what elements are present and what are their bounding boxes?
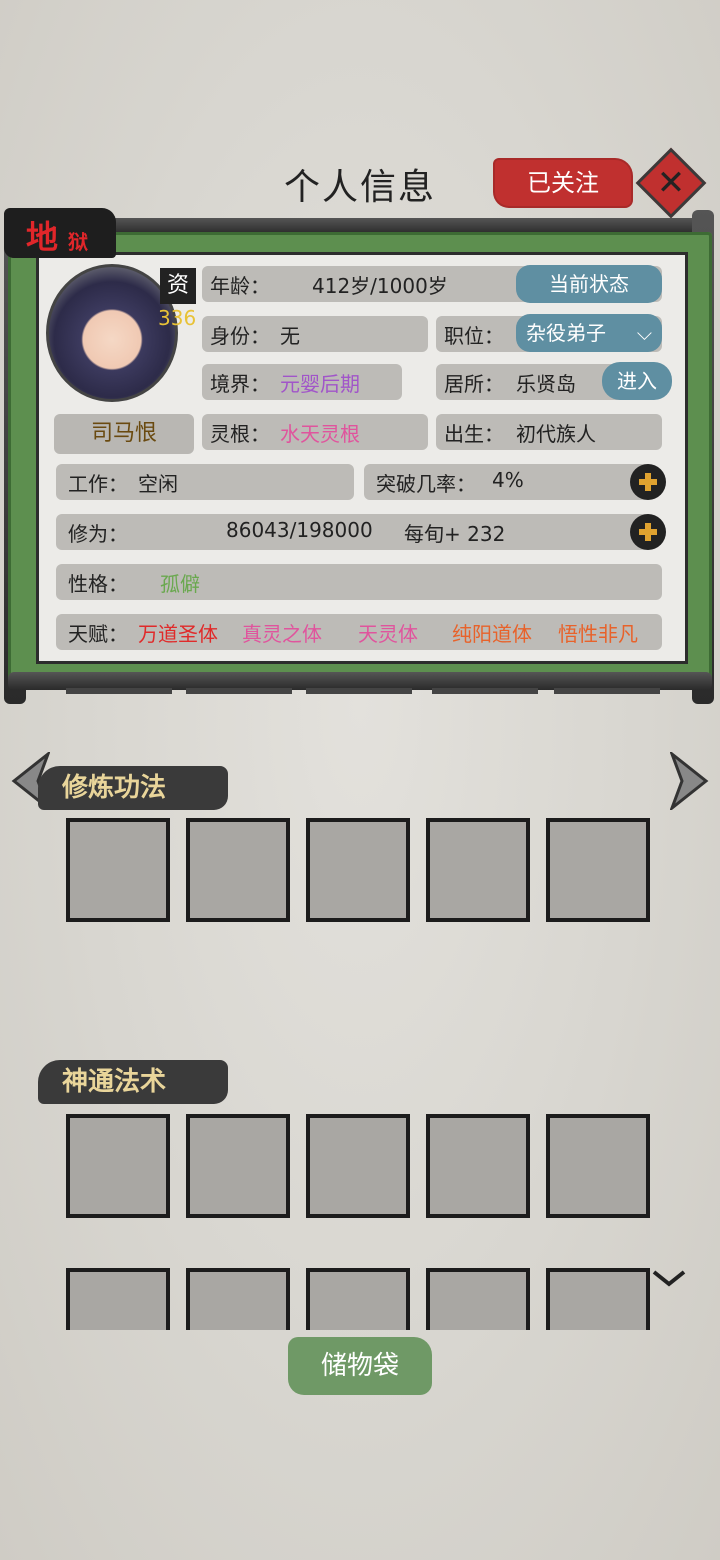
breakthrough-value: 4% xyxy=(492,468,524,492)
aptitude-value: 336 xyxy=(158,306,197,330)
personality-value: 孤僻 xyxy=(160,572,200,596)
enter-button[interactable]: 进入 xyxy=(602,362,672,400)
storage-bag-button[interactable]: 储物袋 xyxy=(288,1337,432,1395)
techniques-section-title: 修炼功法 xyxy=(38,766,228,810)
right-arrow-icon[interactable] xyxy=(670,752,710,810)
position-select[interactable]: 杂役弟子 ⌵ xyxy=(516,314,662,352)
spell-slot[interactable] xyxy=(306,1268,410,1330)
breakthrough-label: 突破几率： xyxy=(376,472,476,496)
personality-row xyxy=(56,564,662,600)
work-value: 空闲 xyxy=(138,472,178,496)
talent-2[interactable]: 真灵之体 xyxy=(242,618,322,647)
spell-slot[interactable] xyxy=(426,1268,530,1330)
tab-bar[interactable] xyxy=(66,688,172,694)
cultivation-value: 86043/198000 xyxy=(226,518,373,542)
cultivation-plus-icon[interactable] xyxy=(630,514,666,550)
spells-section-title: 神通法术 xyxy=(38,1060,228,1104)
follow-button[interactable]: 已关注 xyxy=(493,158,633,208)
identity-value: 无 xyxy=(280,324,300,348)
identity-label: 身份： xyxy=(210,324,270,348)
age-label: 年龄： xyxy=(210,274,270,298)
realm-value: 元婴后期 xyxy=(280,372,360,396)
residence-label: 居所： xyxy=(444,372,504,396)
technique-slot[interactable] xyxy=(546,818,650,922)
tab-bar[interactable] xyxy=(186,688,292,694)
character-name: 司马恨 xyxy=(54,414,194,454)
breakthrough-plus-icon[interactable] xyxy=(630,464,666,500)
technique-slot[interactable] xyxy=(306,818,410,922)
technique-slot[interactable] xyxy=(186,818,290,922)
spell-slot[interactable] xyxy=(66,1114,170,1218)
tab-bar[interactable] xyxy=(306,688,412,694)
talent-label: 天赋： xyxy=(68,622,128,646)
position-value: 杂役弟子 xyxy=(526,321,606,345)
spell-slot[interactable] xyxy=(306,1114,410,1218)
expand-chevron-icon[interactable] xyxy=(652,1270,686,1288)
root-label: 灵根： xyxy=(210,422,270,446)
rank-badge xyxy=(4,208,116,258)
tab-bar[interactable] xyxy=(432,688,538,694)
character-avatar[interactable] xyxy=(46,264,178,402)
birth-value: 初代族人 xyxy=(516,422,596,446)
current-status-button[interactable]: 当前状态 xyxy=(516,265,662,303)
age-value: 412岁/1000岁 xyxy=(312,274,448,298)
technique-slot[interactable] xyxy=(426,818,530,922)
spell-slot[interactable] xyxy=(546,1268,650,1330)
birth-label: 出生： xyxy=(444,422,504,446)
residence-value: 乐贤岛 xyxy=(516,372,576,396)
realm-label: 境界： xyxy=(210,372,270,396)
work-label: 工作： xyxy=(68,472,128,496)
spell-slot[interactable] xyxy=(186,1114,290,1218)
spell-slot[interactable] xyxy=(66,1268,170,1330)
position-label: 职位： xyxy=(444,324,504,348)
tab-bar[interactable] xyxy=(554,688,660,694)
aptitude-label: 资 xyxy=(160,268,196,304)
chevron-down-icon: ⌵ xyxy=(636,321,652,345)
spell-slot[interactable] xyxy=(546,1114,650,1218)
talent-3[interactable]: 天灵体 xyxy=(358,618,418,647)
personality-label: 性格： xyxy=(68,572,128,596)
cultivation-rate: 每旬+ 232 xyxy=(404,522,506,546)
rank-badge-char-2: 狱 xyxy=(68,230,88,254)
rank-badge-char-1: 地 xyxy=(26,218,59,256)
spell-slot[interactable] xyxy=(186,1268,290,1330)
talent-4[interactable]: 纯阳道体 xyxy=(452,618,532,647)
talent-5[interactable]: 悟性非凡 xyxy=(558,618,638,647)
technique-slot[interactable] xyxy=(66,818,170,922)
close-icon: ✕ xyxy=(656,163,686,203)
talent-1[interactable]: 万道圣体 xyxy=(138,618,218,647)
root-value: 水天灵根 xyxy=(280,422,360,446)
tab-strip xyxy=(0,688,720,698)
cultivation-label: 修为： xyxy=(68,522,128,546)
spell-slot[interactable] xyxy=(426,1114,530,1218)
